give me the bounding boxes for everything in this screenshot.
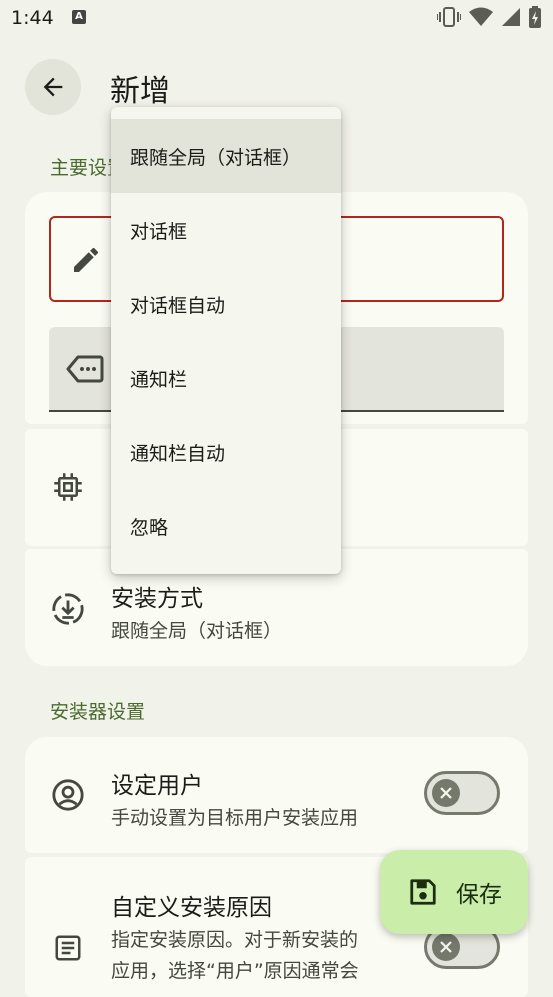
- battery-icon: [529, 6, 541, 28]
- toggle-knob: [432, 933, 460, 961]
- custom-reason-subtitle-2: 应用，选择“用户”原因通常会: [111, 960, 359, 982]
- download-circle-icon: [52, 593, 84, 625]
- notification-a-icon: A: [72, 10, 86, 24]
- install-method-title: 安装方式: [111, 586, 203, 612]
- set-user-title: 设定用户: [111, 773, 203, 799]
- menu-item-notification[interactable]: 通知栏: [111, 341, 341, 415]
- signal-icon: [502, 8, 520, 26]
- install-mode-menu: 跟随全局（对话框） 对话框 对话框自动 通知栏 通知栏自动 忽略: [111, 107, 341, 574]
- save-icon: [410, 879, 436, 905]
- arrow-back-icon: [43, 77, 63, 97]
- back-button[interactable]: [25, 59, 81, 115]
- set-user-toggle[interactable]: [424, 771, 500, 815]
- custom-reason-subtitle-1: 指定安装原因。对于新安装的: [111, 929, 359, 951]
- toggle-knob: [432, 779, 460, 807]
- menu-item-dialog[interactable]: 对话框: [111, 193, 341, 267]
- section-installer-label: 安装器设置: [50, 701, 146, 723]
- page-title: 新增: [110, 74, 170, 109]
- menu-item-notification-auto[interactable]: 通知栏自动: [111, 415, 341, 489]
- menu-item-follow-global[interactable]: 跟随全局（对话框）: [111, 119, 341, 193]
- menu-item-dialog-auto[interactable]: 对话框自动: [111, 267, 341, 341]
- wifi-icon: [469, 7, 493, 26]
- document-icon: [55, 935, 81, 961]
- close-icon: [440, 941, 452, 953]
- save-fab[interactable]: 保存: [380, 850, 528, 934]
- status-time: 1:44: [11, 7, 54, 29]
- status-icons: [437, 6, 541, 28]
- custom-reason-title: 自定义安装原因: [111, 895, 272, 921]
- chip-icon: [54, 473, 82, 501]
- install-method-value: 跟随全局（对话框）: [111, 620, 283, 642]
- close-icon: [440, 787, 452, 799]
- tag-icon: [66, 355, 104, 383]
- account-circle-icon: [52, 779, 84, 811]
- set-user-row[interactable]: 设定用户 手动设置为目标用户安装应用: [25, 737, 528, 853]
- vibrate-icon: [437, 7, 461, 27]
- pencil-icon: [74, 247, 98, 272]
- save-label: 保存: [456, 882, 502, 908]
- menu-item-ignore[interactable]: 忽略: [111, 489, 341, 563]
- set-user-subtitle: 手动设置为目标用户安装应用: [111, 807, 359, 829]
